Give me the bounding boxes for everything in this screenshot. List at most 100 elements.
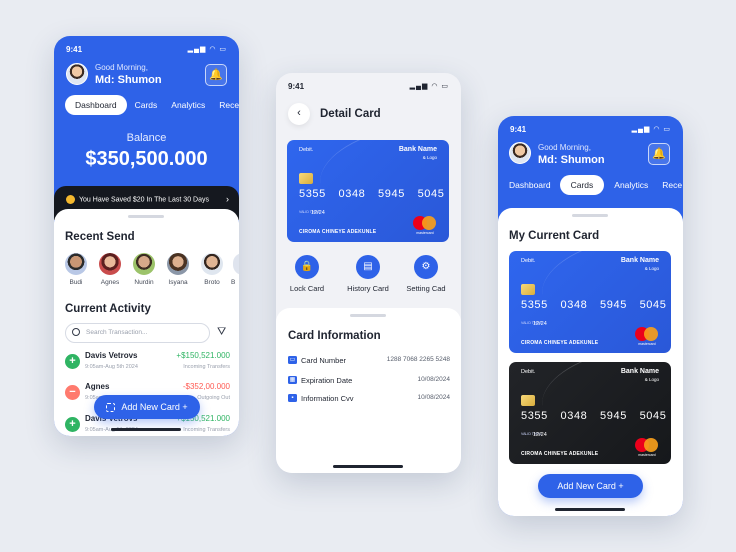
info-row: ▦ Expiration Date 10/08/2024: [288, 376, 450, 390]
card-bank-name: Bank Name: [620, 257, 659, 264]
contact-name: B: [231, 279, 236, 286]
info-value: 10/08/2024: [417, 394, 450, 401]
tab-dashboard[interactable]: Dashboard: [65, 95, 127, 115]
bank-card[interactable]: Debit. Bank Name & Logo 5355 0348 5945 5…: [287, 140, 449, 242]
tab-cards[interactable]: Cards: [129, 95, 164, 115]
setting-card-button[interactable]: ⚙ Setting Cad: [396, 255, 456, 293]
card-network: mastercard: [638, 342, 656, 346]
add-new-card-label: Add New Card +: [121, 402, 188, 412]
card-type: Debit.: [299, 147, 314, 153]
contact-item[interactable]: Agnes: [95, 253, 125, 286]
filter-button[interactable]: ⛛: [217, 326, 226, 339]
card-type: Debit.: [521, 369, 536, 375]
tab-recent[interactable]: Rece: [658, 175, 683, 195]
contact-name: Broto: [204, 279, 220, 286]
card-logo-text: & Logo: [422, 155, 437, 160]
contact-item[interactable]: B: [231, 253, 239, 286]
contact-item[interactable]: Nurdin: [129, 253, 159, 286]
avatar[interactable]: [509, 142, 531, 164]
contact-name: Agnes: [100, 279, 120, 286]
contact-item[interactable]: Isyana: [163, 253, 193, 286]
add-new-card-button[interactable]: Add New Card +: [538, 474, 643, 498]
minus-icon: −: [65, 385, 80, 400]
contact-avatar: [233, 253, 239, 275]
scan-icon: [106, 403, 116, 413]
bank-card[interactable]: Debit. Bank Name & Logo 5355 0348 5945 5…: [509, 251, 671, 353]
card-number: 5355 0348 5945 5045: [521, 410, 667, 422]
page-title: Detail Card: [320, 108, 381, 120]
card-info-sheet: Card Information ▭ Card Number 1288 7068…: [276, 308, 461, 473]
chip-icon: [521, 284, 535, 295]
status-icons: ▂▄▆ ◠ ▭: [409, 83, 449, 90]
history-card-button[interactable]: ▤ History Card: [338, 255, 398, 293]
calendar-icon: ▦: [288, 376, 297, 384]
transaction-amount: +$150,521.000: [176, 351, 230, 360]
mastercard-icon: mastercard: [635, 326, 659, 346]
add-new-card-button[interactable]: Add New Card +: [94, 395, 200, 419]
card-icon: ▭: [288, 356, 297, 364]
contact-item[interactable]: Budi: [61, 253, 91, 286]
status-icons: ▂▄▆ ◠ ▭: [631, 126, 671, 133]
card-bank-name: Bank Name: [398, 146, 437, 153]
history-icon: ▤: [356, 255, 380, 279]
card-network: mastercard: [638, 453, 656, 457]
back-button[interactable]: ‹: [288, 103, 310, 125]
back-arrow-icon: ‹: [297, 107, 301, 119]
tab-bar: Dashboard Cards Analytics Rece: [502, 175, 683, 195]
card-number: 5355 0348 5945 5045: [521, 299, 667, 311]
filter-icon: ⛛: [217, 326, 227, 338]
sheet-handle[interactable]: [350, 314, 386, 317]
mastercard-icon: mastercard: [635, 437, 659, 457]
user-name: Md: Shumon: [95, 74, 162, 86]
notification-button[interactable]: 🔔: [205, 64, 227, 86]
search-input[interactable]: Search Transaction...: [65, 323, 210, 343]
chip-icon: [299, 173, 313, 184]
status-time: 9:41: [288, 82, 305, 91]
transaction-type: Outgoing Out: [197, 395, 230, 401]
info-label: Card Number: [301, 356, 347, 365]
user-name: Md: Shumon: [538, 154, 605, 166]
tab-analytics[interactable]: Analytics: [606, 175, 656, 195]
card-logo-text: & Logo: [644, 266, 659, 271]
recent-send-title: Recent Send: [65, 231, 135, 243]
detail-card-screen: 9:41 ▂▄▆ ◠ ▭ ‹ Detail Card Debit. Bank N…: [276, 73, 461, 473]
status-bar: 9:41 ▂▄▆ ◠ ▭: [276, 73, 461, 97]
notification-button[interactable]: 🔔: [648, 143, 670, 165]
mastercard-icon: mastercard: [413, 215, 437, 235]
transaction-row[interactable]: + Davis Vetrovs 9:05am-Aug 5th 2024 +$15…: [65, 350, 230, 376]
transaction-type: Incoming Transfers: [183, 427, 230, 433]
contact-avatar: [99, 253, 121, 275]
info-label: Expiration Date: [301, 376, 353, 385]
tab-dashboard[interactable]: Dashboard: [502, 175, 558, 195]
cards-screen: 9:41 ▂▄▆ ◠ ▭ Good Morning, Md: Shumon 🔔 …: [498, 116, 683, 516]
tab-analytics[interactable]: Analytics: [165, 95, 211, 115]
contact-avatar: [65, 253, 87, 275]
card-network: mastercard: [416, 231, 434, 235]
plus-icon: +: [65, 417, 80, 432]
tab-cards[interactable]: Cards: [559, 175, 605, 195]
coin-icon: [66, 195, 75, 204]
tab-recent[interactable]: Rece: [213, 95, 239, 115]
lock-icon: ▪: [288, 394, 297, 402]
card-number: 5355 0348 5945 5045: [299, 188, 445, 200]
contact-avatar: [167, 253, 189, 275]
sheet-handle[interactable]: [128, 215, 164, 218]
setting-card-label: Setting Cad: [406, 284, 446, 293]
avatar[interactable]: [66, 63, 88, 85]
transaction-type: Incoming Transfers: [183, 364, 230, 370]
info-label: Information Cvv: [301, 394, 354, 403]
card-info-title: Card Information: [288, 330, 381, 342]
search-icon: [72, 328, 80, 336]
status-bar: 9:41 ▂▄▆ ◠ ▭: [54, 36, 239, 60]
lock-card-button[interactable]: 🔒 Lock Card: [277, 255, 337, 293]
bank-card[interactable]: Debit. Bank Name & Logo 5355 0348 5945 5…: [509, 362, 671, 464]
chip-icon: [521, 395, 535, 406]
info-value: 10/08/2024: [417, 376, 450, 383]
history-card-label: History Card: [347, 284, 389, 293]
status-time: 9:41: [510, 125, 527, 134]
contact-name: Budi: [69, 279, 83, 286]
sheet-handle[interactable]: [572, 214, 608, 217]
contact-item[interactable]: Broto: [197, 253, 227, 286]
status-bar: 9:41 ▂▄▆ ◠ ▭: [498, 116, 683, 140]
card-expiry: 12/24: [311, 210, 325, 216]
